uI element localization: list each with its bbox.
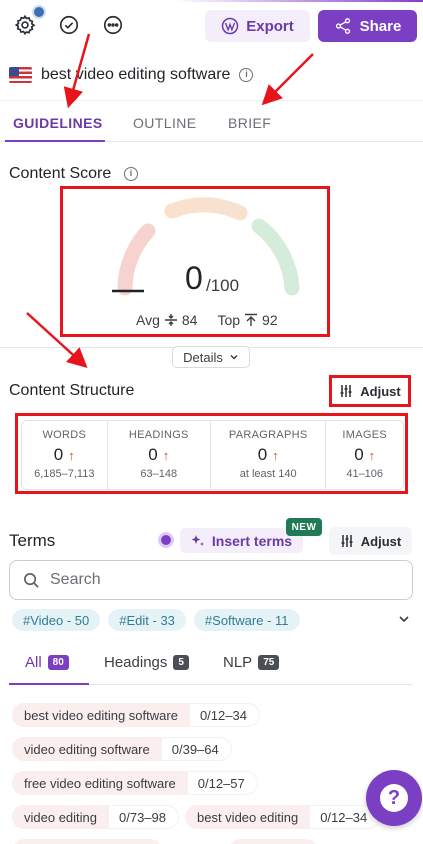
query-text: best video editing software (41, 66, 231, 83)
share-icon (335, 18, 350, 34)
active-filter-underline (9, 683, 89, 685)
term-item[interactable]: best video editing 0/12–34 (185, 805, 381, 829)
filter-tab-headings[interactable]: Headings 5 (104, 654, 189, 671)
us-flag-icon (9, 67, 32, 83)
filter-tab-all[interactable]: All 80 (25, 654, 69, 671)
insert-terms-button[interactable]: Insert terms (180, 528, 303, 553)
content-structure-title: Content Structure (9, 382, 135, 399)
wordpress-icon (221, 17, 239, 35)
count-badge: 75 (258, 655, 280, 670)
term-row: free video editing software 0/12–57 (12, 771, 258, 795)
main-tabs: GUIDELINES OUTLINE BRIEF (0, 100, 423, 142)
more-options-button[interactable] (101, 13, 125, 37)
query-row: best video editing software i (9, 64, 254, 86)
annotation-box-adjust (329, 375, 411, 407)
term-item-partial (228, 839, 318, 844)
count-badge: 80 (47, 655, 69, 670)
term-item[interactable]: best video editing software 0/12–34 (12, 703, 260, 727)
terms-adjust-label: Adjust (360, 533, 402, 549)
top-bar: Export Share (0, 0, 423, 52)
terms-title: Terms (9, 531, 56, 550)
tab-brief[interactable]: BRIEF (228, 115, 271, 131)
annotation-box-score (60, 186, 330, 337)
help-icon: ? (380, 784, 408, 812)
tab-outline[interactable]: OUTLINE (133, 115, 196, 131)
topic-chips: #Video - 50 #Edit - 33 #Software - 11 (12, 609, 300, 631)
details-button[interactable]: Details (172, 346, 250, 368)
sliders-icon (341, 535, 353, 547)
gear-icon (14, 14, 36, 36)
chip-video[interactable]: #Video - 50 (12, 609, 101, 631)
filter-tab-nlp[interactable]: NLP 75 (223, 654, 280, 671)
content-score-info-icon[interactable]: i (124, 167, 138, 181)
tab-guidelines[interactable]: GUIDELINES (13, 115, 103, 131)
term-filter-tabs: All 80 Headings 5 NLP 75 (9, 645, 413, 685)
terms-search[interactable] (9, 560, 413, 600)
chevron-down-icon (230, 354, 238, 360)
term-row-partial (12, 839, 318, 844)
term-row: video editing software 0/39–64 (12, 737, 232, 761)
terms-adjust-button[interactable]: Adjust (329, 527, 412, 555)
term-item[interactable]: video editing software 0/39–64 (12, 737, 232, 761)
chip-edit[interactable]: #Edit - 33 (108, 609, 186, 631)
help-button[interactable]: ? (366, 770, 422, 826)
top-accent-line (173, 0, 423, 2)
share-button[interactable]: Share (318, 10, 417, 42)
search-input[interactable] (50, 571, 380, 589)
more-dots-icon (103, 15, 123, 35)
term-item[interactable]: free video editing software 0/12–57 (12, 771, 258, 795)
annotation-arrow (261, 53, 314, 106)
notification-dot (32, 5, 46, 19)
content-score-title: Content Score (9, 165, 112, 182)
term-row: video editing 0/73–98 best video editing 0… (12, 805, 423, 829)
info-icon[interactable]: i (239, 68, 254, 82)
search-icon (24, 572, 39, 588)
active-tab-underline (5, 140, 105, 142)
count-badge: 5 (173, 655, 189, 670)
share-label: Share (359, 17, 402, 35)
term-row: best video editing software 0/12–34 (12, 703, 260, 727)
sparkle-icon (191, 534, 204, 546)
chip-software[interactable]: #Software - 11 (193, 609, 300, 631)
term-item-partial (12, 839, 162, 844)
export-label: Export (246, 17, 294, 35)
details-label: Details (183, 349, 223, 365)
status-dot (158, 532, 174, 548)
check-button[interactable] (57, 13, 81, 37)
insert-terms-label: Insert terms (211, 532, 293, 549)
export-button[interactable]: Export (205, 10, 310, 42)
term-item[interactable]: video editing 0/73–98 (12, 805, 179, 829)
chevron-down-icon (399, 616, 409, 623)
check-circle-icon (59, 15, 79, 35)
chips-expand-button[interactable] (397, 612, 411, 631)
new-badge: NEW (286, 518, 322, 536)
annotation-box-stats (15, 413, 408, 494)
